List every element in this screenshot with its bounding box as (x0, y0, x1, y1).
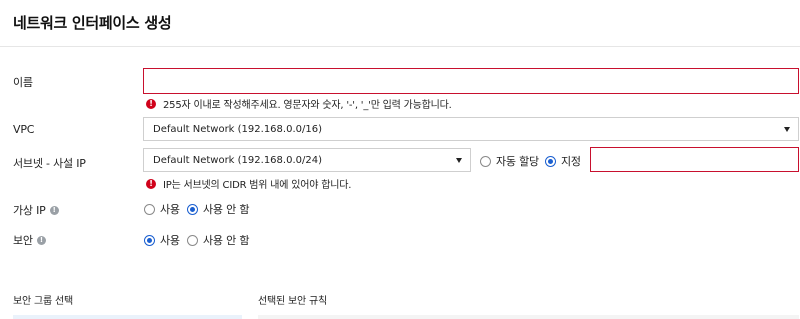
chevron-down-icon (456, 158, 462, 163)
floating-ip-use-label: 사용 (160, 203, 180, 216)
security-use-label: 사용 (160, 234, 180, 247)
name-label-text: 이름 (13, 76, 33, 89)
subnet-label: 서브넷 - 사설 IP (13, 155, 86, 171)
subnet-manual-radio[interactable]: 지정 (545, 153, 581, 169)
page-title: 네트워크 인터페이스 생성 (13, 14, 172, 32)
subnet-auto-label: 자동 할당 (496, 155, 539, 168)
name-input[interactable] (143, 68, 799, 94)
radio-circle (480, 155, 491, 167)
name-error-text: 255자 이내로 작성해주세요. 영문자와 숫자, '-', '_'만 입력 가… (163, 100, 452, 111)
floating-ip-not-use-label: 사용 안 함 (203, 203, 250, 216)
vpc-label-text: VPC (13, 123, 35, 136)
security-label: 보안 ! (13, 232, 46, 248)
subnet-ip-input[interactable] (590, 147, 799, 172)
error-icon: ! (146, 98, 156, 109)
subnet-label-text: 서브넷 - 사설 IP (13, 157, 86, 170)
radio-circle (187, 234, 198, 246)
security-group-select-title: 보안 그룹 선택 (13, 296, 73, 307)
security-use-radio[interactable]: 사용 (144, 232, 180, 248)
subnet-error-text: IP는 서브넷의 CIDR 범위 내에 있어야 합니다. (163, 180, 352, 191)
subnet-select[interactable]: Default Network (192.168.0.0/24) (143, 148, 471, 172)
radio-circle (144, 203, 155, 215)
security-label-text: 보안 (13, 234, 33, 247)
security-not-use-radio[interactable]: 사용 안 함 (187, 232, 249, 248)
vpc-label: VPC (13, 123, 34, 136)
subnet-auto-radio[interactable]: 자동 할당 (480, 153, 539, 169)
info-icon[interactable]: ! (36, 235, 46, 245)
vpc-select[interactable]: Default Network (192.168.0.0/16) (143, 117, 799, 141)
floating-ip-label: 가상 IP ! (13, 202, 59, 218)
vpc-select-value: Default Network (192.168.0.0/16) (153, 123, 322, 135)
selected-security-rules-title: 선택된 보안 규칙 (258, 296, 327, 307)
radio-circle (144, 234, 155, 246)
name-error-message: ! 255자 이내로 작성해주세요. 영문자와 숫자, '-', '_'만 입력… (146, 96, 452, 111)
radio-circle (187, 203, 198, 215)
security-not-use-label: 사용 안 함 (203, 234, 250, 247)
floating-ip-not-use-radio[interactable]: 사용 안 함 (187, 201, 249, 217)
subnet-select-value: Default Network (192.168.0.0/24) (153, 154, 322, 166)
error-icon: ! (146, 178, 156, 189)
subnet-error-message: ! IP는 서브넷의 CIDR 범위 내에 있어야 합니다. (146, 176, 351, 191)
subnet-manual-label: 지정 (561, 155, 581, 168)
info-icon[interactable]: ! (49, 205, 59, 215)
name-label: 이름 (13, 74, 33, 90)
floating-ip-label-text: 가상 IP (13, 204, 46, 217)
floating-ip-use-radio[interactable]: 사용 (144, 201, 180, 217)
security-group-panel (13, 315, 242, 319)
security-rules-panel (258, 315, 799, 319)
chevron-down-icon (784, 127, 790, 132)
title-divider (0, 46, 800, 47)
radio-circle (545, 155, 556, 167)
